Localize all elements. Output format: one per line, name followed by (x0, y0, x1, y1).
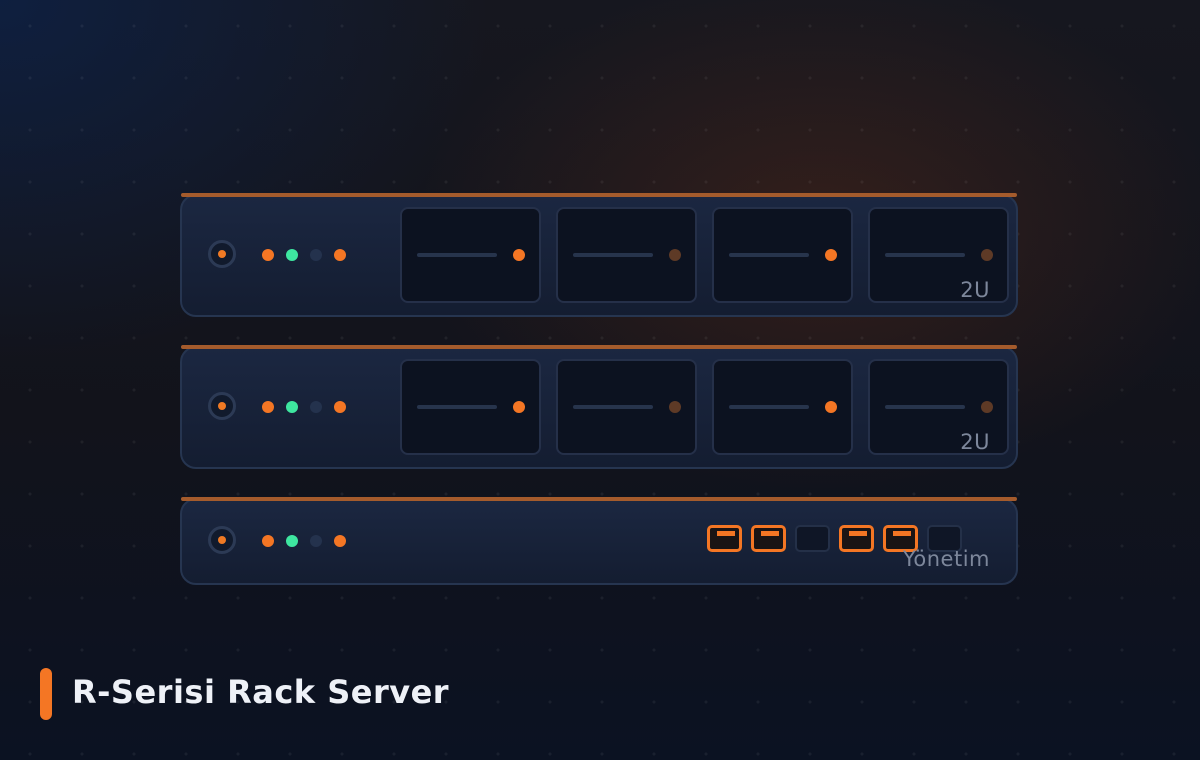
top-rim (181, 193, 1017, 197)
status-led (262, 249, 274, 261)
drive-bay[interactable] (712, 207, 853, 303)
drive-handle (729, 405, 809, 409)
status-led (310, 535, 322, 547)
unit-size-label: 2U (960, 278, 990, 302)
drive-handle (417, 253, 497, 257)
status-led (310, 401, 322, 413)
network-port[interactable] (795, 525, 830, 552)
drive-bay[interactable] (712, 359, 853, 455)
drive-handle (573, 253, 653, 257)
status-led (334, 535, 346, 547)
status-led (334, 401, 346, 413)
status-led (310, 249, 322, 261)
drive-led (981, 249, 993, 261)
title-accent-bar (40, 668, 52, 720)
server-unit-1: 2U (180, 193, 1018, 317)
drive-handle (885, 405, 965, 409)
drive-handle (573, 405, 653, 409)
drive-bay[interactable] (556, 359, 697, 455)
drive-led (513, 401, 525, 413)
drive-led (825, 249, 837, 261)
drive-led (669, 249, 681, 261)
drive-bay[interactable] (556, 207, 697, 303)
drive-handle (885, 253, 965, 257)
network-port[interactable] (751, 525, 786, 552)
drive-led (513, 249, 525, 261)
status-led (262, 401, 274, 413)
management-unit: Yönetim (180, 497, 1018, 585)
server-unit-2: 2U (180, 345, 1018, 469)
drive-bay[interactable] (400, 207, 541, 303)
status-led (334, 249, 346, 261)
drive-handle (417, 405, 497, 409)
status-led (286, 401, 298, 413)
drive-led (669, 401, 681, 413)
power-button-icon[interactable] (208, 392, 236, 420)
page-title: R-Serisi Rack Server (72, 673, 450, 711)
unit-size-label: 2U (960, 430, 990, 454)
network-port[interactable] (839, 525, 874, 552)
drive-led (825, 401, 837, 413)
drive-led (981, 401, 993, 413)
status-led (262, 535, 274, 547)
drive-handle (729, 253, 809, 257)
management-label: Yönetim (902, 547, 990, 571)
network-port[interactable] (707, 525, 742, 552)
top-rim (181, 497, 1017, 501)
status-led (286, 535, 298, 547)
top-rim (181, 345, 1017, 349)
power-button-icon[interactable] (208, 240, 236, 268)
power-button-icon[interactable] (208, 526, 236, 554)
drive-bay[interactable] (400, 359, 541, 455)
status-led (286, 249, 298, 261)
